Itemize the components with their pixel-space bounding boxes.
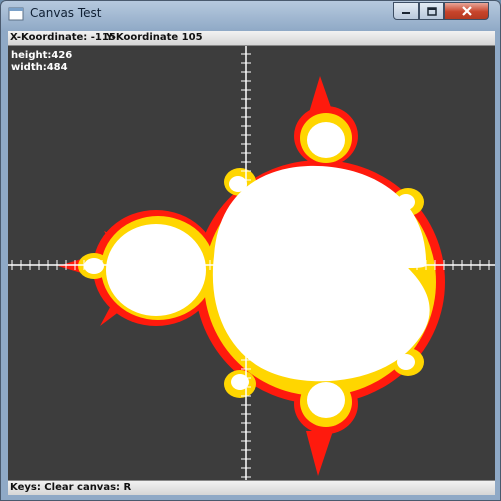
canvas-panel: X-Koordinate: -115 Y-Koordinate 105 heig… [8,31,495,495]
maximize-button[interactable] [419,2,444,20]
app-window: Canvas Test X-Koordinate: -115 Y-Koordin… [0,0,501,501]
mandelbrot-fractal [58,76,445,476]
x-coordinate-label: X-Koordinate: -115 [10,32,116,43]
maximize-icon [426,6,437,16]
canvas-height-label: height:426 [11,50,72,61]
minimize-button[interactable] [393,2,419,20]
close-icon [461,6,472,16]
coordinate-bar: X-Koordinate: -115 Y-Koordinate 105 [8,31,495,46]
drawing-canvas[interactable]: height:426 width:484 [8,46,495,480]
title-bar[interactable]: Canvas Test [1,1,500,27]
keys-hint-bar: Keys: Clear canvas: R [8,480,495,495]
close-button[interactable] [444,2,489,20]
java-app-icon [8,7,24,21]
window-title: Canvas Test [30,6,102,20]
y-coordinate-label: Y-Koordinate 105 [106,32,203,43]
canvas-width-label: width:484 [11,62,68,73]
minimize-icon [402,12,410,14]
